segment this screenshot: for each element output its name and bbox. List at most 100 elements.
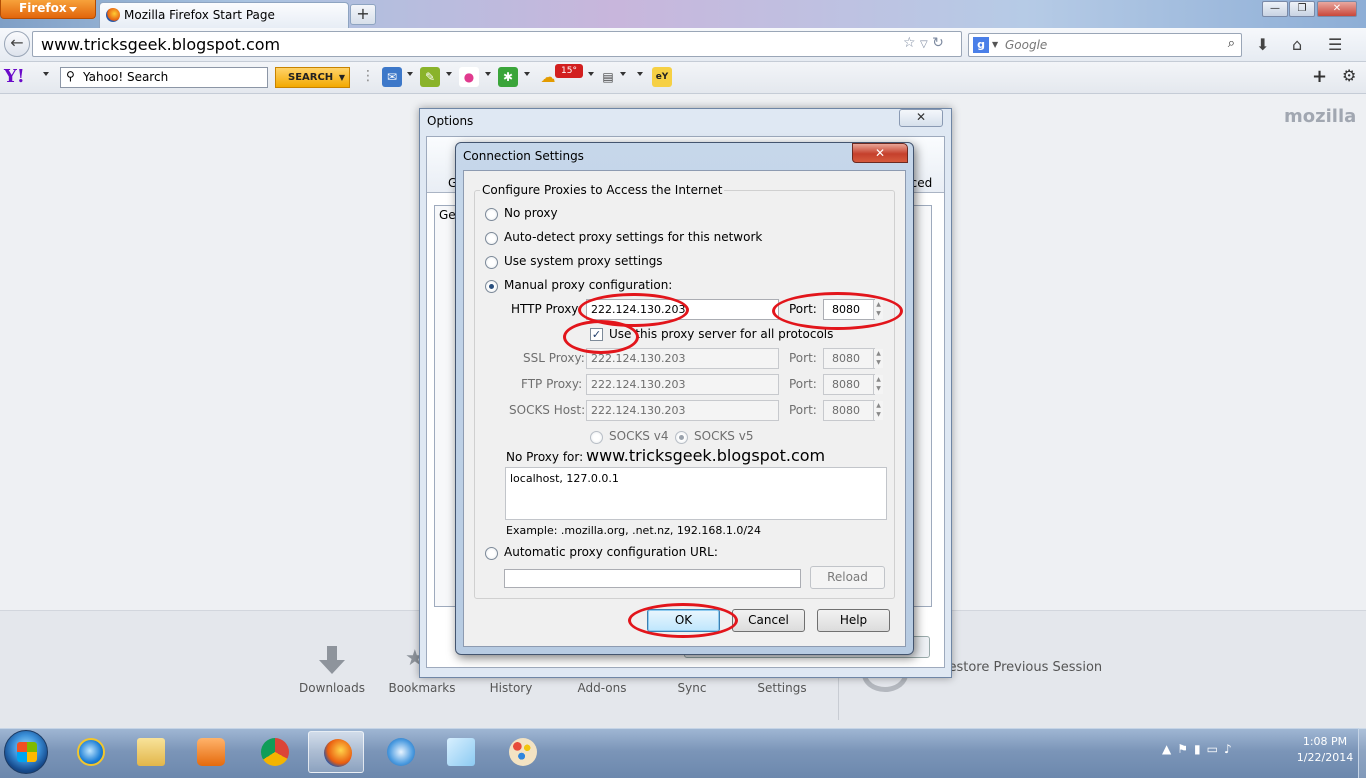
- yahoo-menu-chevron-icon[interactable]: [43, 72, 49, 76]
- use-for-all-label[interactable]: Use this proxy server for all protocols: [609, 327, 833, 341]
- radio-auto-url[interactable]: [485, 547, 498, 560]
- volume-icon[interactable]: ♪: [1224, 742, 1238, 756]
- label-manual-proxy[interactable]: Manual proxy configuration:: [504, 278, 672, 292]
- radio-socks-v4[interactable]: [590, 431, 603, 444]
- launcher-addons[interactable]: Add-ons: [557, 681, 647, 695]
- browser-tab[interactable]: Mozilla Firefox Start Page: [99, 2, 349, 28]
- ebay-icon[interactable]: eY: [652, 67, 672, 87]
- back-button[interactable]: ←: [4, 31, 30, 57]
- chevron-down-icon[interactable]: [407, 72, 413, 76]
- start-button[interactable]: [4, 730, 48, 774]
- ftp-proxy-input[interactable]: 222.124.130.203: [586, 374, 779, 395]
- taskbar-ie[interactable]: [62, 731, 118, 773]
- show-hidden-icons-icon[interactable]: ▲: [1162, 742, 1177, 756]
- reload-icon[interactable]: ↻: [932, 35, 944, 51]
- socks-host-input[interactable]: 222.124.130.203: [586, 400, 779, 421]
- help-button[interactable]: Help: [817, 609, 890, 632]
- bookmark-star-icon[interactable]: ☆: [903, 35, 916, 51]
- taskbar-chrome[interactable]: [246, 731, 302, 773]
- yahoo-logo[interactable]: Y!: [4, 66, 40, 88]
- yahoo-search-input[interactable]: ⚲ Yahoo! Search: [60, 67, 268, 88]
- radio-system-proxy[interactable]: [485, 256, 498, 269]
- close-window-button[interactable]: ✕: [1317, 1, 1357, 17]
- chevron-down-icon[interactable]: [446, 72, 452, 76]
- taskbar-explorer[interactable]: [122, 731, 178, 773]
- chevron-down-icon[interactable]: [620, 72, 626, 76]
- launcher-downloads[interactable]: Downloads: [287, 681, 377, 695]
- ftp-port-spinner[interactable]: ▲ ▼: [873, 375, 883, 394]
- news-icon[interactable]: ▤: [598, 67, 618, 87]
- label-auto-url[interactable]: Automatic proxy configuration URL:: [504, 545, 718, 559]
- home-icon[interactable]: ⌂: [1292, 35, 1302, 54]
- search-bar[interactable]: g ▼ Google ⌕: [968, 33, 1242, 57]
- label-socks-v4[interactable]: SOCKS v4: [609, 429, 668, 443]
- radio-socks-v5[interactable]: [675, 431, 688, 444]
- ssl-port-input[interactable]: 8080: [823, 348, 875, 369]
- restore-button[interactable]: ❐: [1289, 1, 1315, 17]
- taskbar-media-player[interactable]: [182, 731, 238, 773]
- ftp-port-input[interactable]: 8080: [823, 374, 875, 395]
- http-proxy-label: HTTP Proxy:: [511, 302, 582, 316]
- chevron-down-icon: ▼: [338, 73, 345, 82]
- mail-icon[interactable]: ✉: [382, 67, 402, 87]
- label-no-proxy[interactable]: No proxy: [504, 206, 558, 220]
- bookmarks-menu-icon[interactable]: ☰: [1328, 35, 1342, 54]
- chevron-down-icon[interactable]: [588, 72, 594, 76]
- flag-icon[interactable]: ⚑: [1177, 742, 1194, 756]
- history-dropdown-icon[interactable]: ▽: [920, 39, 928, 50]
- google-icon[interactable]: g: [973, 37, 989, 53]
- games-icon[interactable]: ✱: [498, 67, 518, 87]
- options-close-button[interactable]: ✕: [899, 109, 943, 127]
- launcher-history[interactable]: History: [466, 681, 556, 695]
- annotation-ring-ok: [628, 603, 738, 638]
- radio-no-proxy[interactable]: [485, 208, 498, 221]
- radio-manual-proxy[interactable]: [485, 280, 498, 293]
- launcher-bookmarks[interactable]: Bookmarks: [377, 681, 467, 695]
- socks-port-spinner[interactable]: ▲ ▼: [873, 401, 883, 420]
- flickr-icon[interactable]: ●: [459, 67, 479, 87]
- show-desktop-button[interactable]: [1358, 728, 1366, 778]
- taskbar-firefox[interactable]: [308, 731, 364, 773]
- taskbar-app[interactable]: [372, 731, 428, 773]
- downloads-launcher-icon[interactable]: [316, 644, 348, 676]
- reload-button[interactable]: Reload: [810, 566, 885, 589]
- firefox-menu-button[interactable]: Firefox: [0, 0, 96, 19]
- device-icon[interactable]: ▮: [1194, 742, 1207, 756]
- yahoo-search-button[interactable]: SEARCH ▼: [275, 67, 350, 88]
- network-icon[interactable]: ▭: [1207, 742, 1224, 756]
- clock-time: 1:08 PM: [1302, 735, 1348, 748]
- launcher-sync[interactable]: Sync: [647, 681, 737, 695]
- globe-app-icon: [387, 738, 415, 766]
- label-system-proxy[interactable]: Use system proxy settings: [504, 254, 663, 268]
- search-icon[interactable]: ⌕: [1228, 36, 1235, 51]
- restore-session-link[interactable]: Restore Previous Session: [940, 660, 1102, 675]
- minimize-button[interactable]: —: [1262, 1, 1288, 17]
- chevron-down-icon[interactable]: [637, 72, 643, 76]
- url-bar[interactable]: www.tricksgeek.blogspot.com: [32, 31, 962, 57]
- taskbar-paint[interactable]: [494, 731, 550, 773]
- mozilla-brand: mozilla: [1284, 106, 1357, 127]
- auto-url-input[interactable]: [504, 569, 801, 588]
- gear-icon[interactable]: ⚙: [1342, 66, 1356, 85]
- ssl-port-spinner[interactable]: ▲ ▼: [873, 349, 883, 368]
- add-icon[interactable]: +: [1312, 66, 1327, 87]
- chevron-down-icon[interactable]: [524, 72, 530, 76]
- no-proxy-textarea[interactable]: localhost, 127.0.0.1: [505, 467, 887, 520]
- label-auto-detect[interactable]: Auto-detect proxy settings for this netw…: [504, 230, 762, 244]
- toolbar-separator: ⋮: [361, 68, 375, 84]
- downloads-icon[interactable]: ⬇: [1256, 35, 1269, 54]
- new-tab-button[interactable]: +: [350, 4, 376, 25]
- launcher-settings[interactable]: Settings: [737, 681, 827, 695]
- engine-dropdown-icon[interactable]: ▼: [992, 40, 998, 49]
- taskbar-app-2[interactable]: [432, 731, 488, 773]
- system-tray[interactable]: ▲⚑▮▭♪: [1162, 742, 1238, 756]
- taskbar-clock[interactable]: 1:08 PM 1/22/2014: [1284, 734, 1366, 766]
- clock-date: 1/22/2014: [1296, 751, 1354, 764]
- label-socks-v5[interactable]: SOCKS v5: [694, 429, 753, 443]
- dialog-close-button[interactable]: ✕: [852, 143, 908, 163]
- notepad-icon[interactable]: ✎: [420, 67, 440, 87]
- radio-auto-detect[interactable]: [485, 232, 498, 245]
- cancel-button[interactable]: Cancel: [732, 609, 805, 632]
- socks-port-input[interactable]: 8080: [823, 400, 875, 421]
- chevron-down-icon[interactable]: [485, 72, 491, 76]
